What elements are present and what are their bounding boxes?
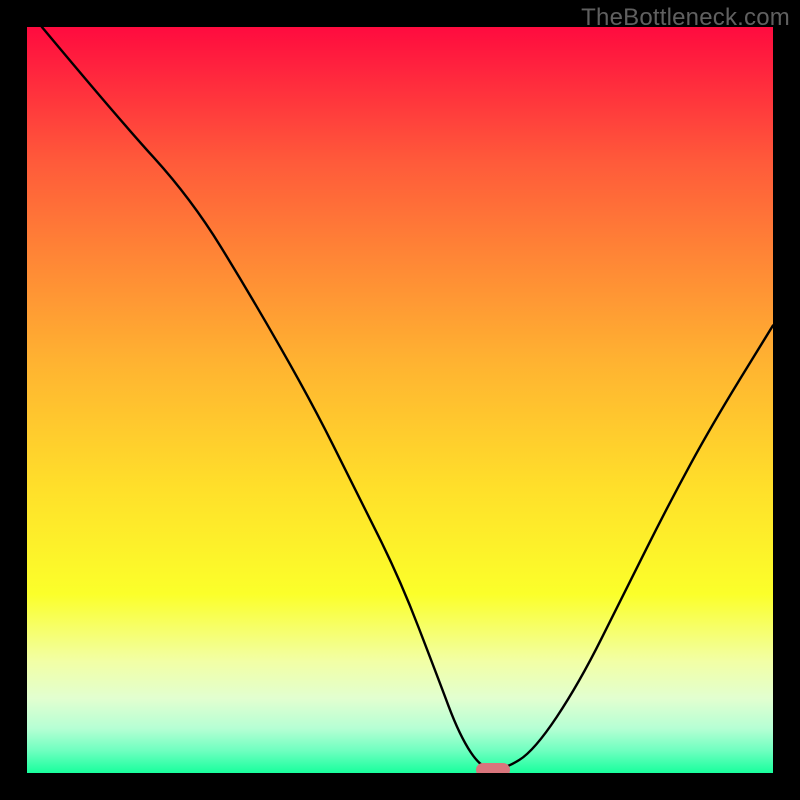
watermark-text: TheBottleneck.com bbox=[581, 4, 790, 32]
optimal-point-marker bbox=[476, 763, 510, 773]
bottleneck-curve bbox=[27, 27, 773, 773]
chart-frame: TheBottleneck.com bbox=[0, 0, 800, 800]
plot-area bbox=[27, 27, 773, 773]
